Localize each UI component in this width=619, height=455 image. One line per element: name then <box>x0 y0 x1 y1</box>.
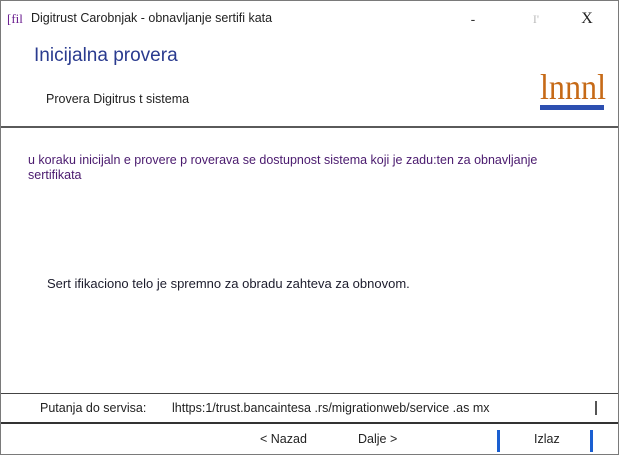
exit-button-right-edge <box>590 430 593 452</box>
wizard-content: u koraku inicijaln e provere p roverava … <box>2 128 617 393</box>
app-icon: [fil <box>7 11 23 26</box>
back-button[interactable]: < Nazad <box>260 432 307 446</box>
exit-button-left-edge <box>497 430 500 452</box>
wizard-footer: < Nazad Dalje > Izlaz <box>2 424 617 455</box>
wizard-window: [fil Digitrust Carobnjak - obnavljanje s… <box>0 0 619 455</box>
page-subtitle: Provera Digitrus t sistema <box>46 92 190 106</box>
page-title: Inicijalna provera <box>34 45 178 66</box>
wizard-header: Inicijalna provera Provera Digitrus t si… <box>2 37 617 125</box>
minimize-button[interactable]: - <box>453 7 493 31</box>
title-bar: [fil Digitrust Carobnjak - obnavljanje s… <box>1 1 618 37</box>
service-url-row: Putanja do servisa: lhttps:1/trust.banca… <box>2 394 617 421</box>
logo-text: lnnnl <box>540 67 606 107</box>
exit-button[interactable]: Izlaz <box>534 432 560 446</box>
service-url-label: Putanja do servisa: <box>40 401 147 415</box>
status-message: Sert ifikaciono telo je spremno za obrad… <box>47 276 410 291</box>
maximize-button[interactable]: I' <box>516 7 556 31</box>
company-logo: lnnnl <box>540 67 606 110</box>
window-title: Digitrust Carobnjak - obnavljanje sertif… <box>31 11 273 25</box>
url-scroll-marker <box>595 401 597 415</box>
logo-underline <box>540 105 604 110</box>
service-url-value: lhttps:1/trust.bancaintesa .rs/migration… <box>172 401 490 415</box>
next-button[interactable]: Dalje > <box>358 432 397 446</box>
intro-text: u koraku inicijaln e provere p roverava … <box>28 153 538 182</box>
close-button[interactable]: X <box>567 7 607 31</box>
